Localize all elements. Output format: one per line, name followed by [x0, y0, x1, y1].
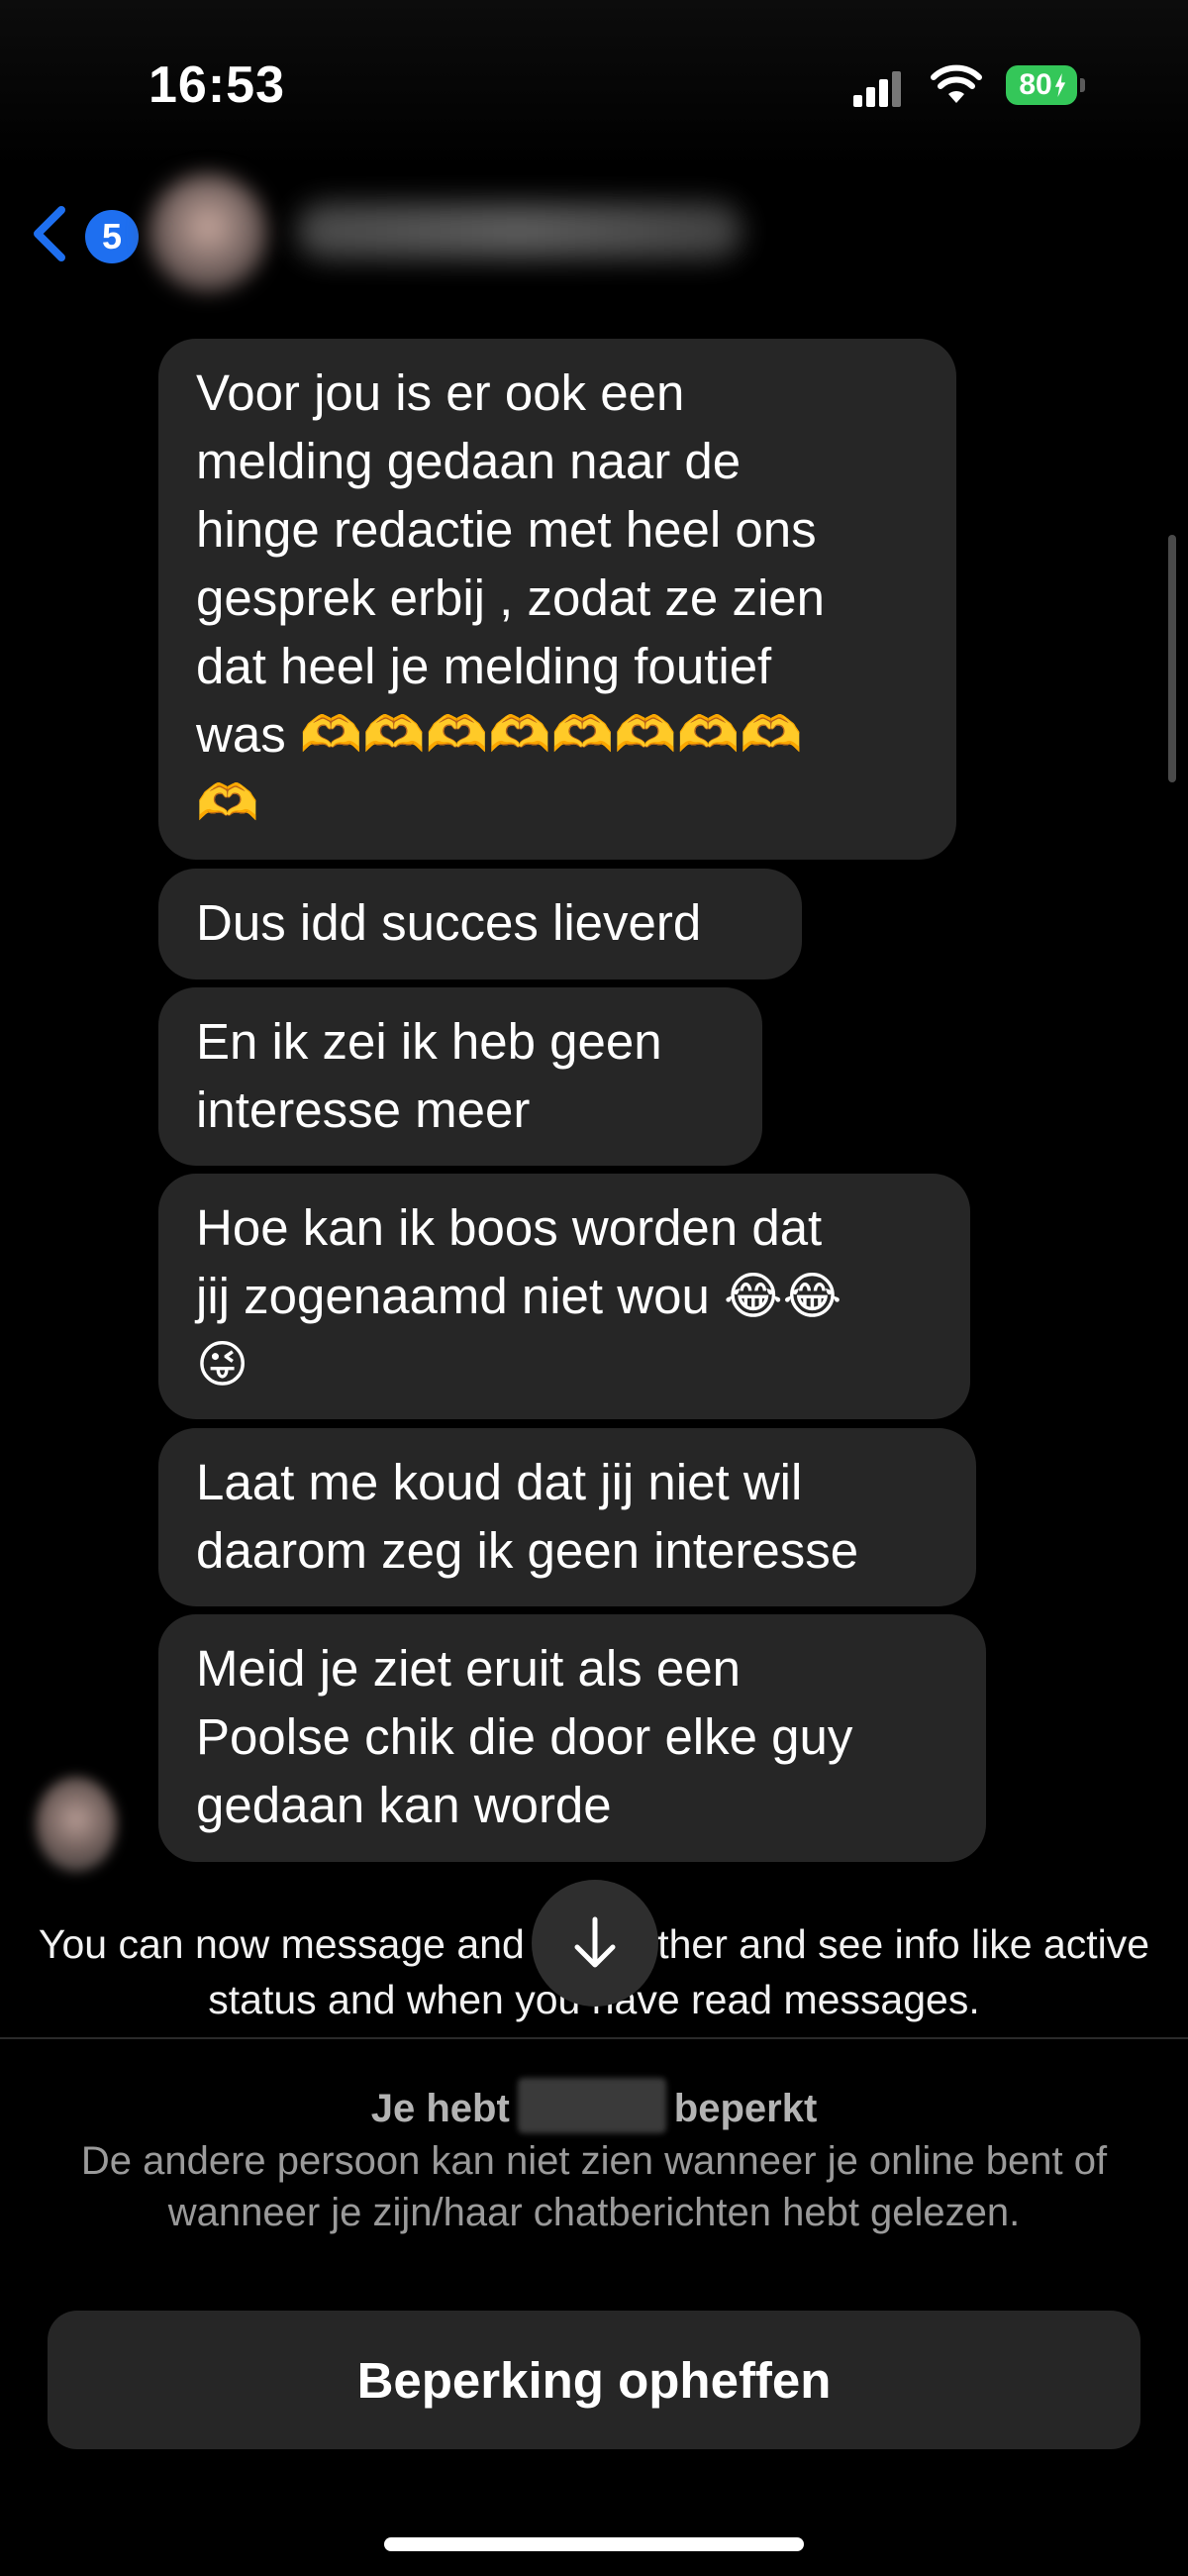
restriction-title-prefix: Je hebt [370, 2087, 510, 2130]
message-text: Laat me koud dat jij niet wil daarom zeg… [196, 1454, 859, 1579]
message-text: Dus idd succes lieverd [196, 894, 702, 951]
chevron-left-icon [34, 206, 65, 261]
message-bubble[interactable]: Dus idd succes lieverd [158, 869, 802, 979]
message-bubble[interactable]: Meid je ziet eruit als een Poolse chik d… [158, 1614, 986, 1862]
home-indicator[interactable] [384, 2537, 804, 2551]
scrollbar[interactable] [1168, 535, 1176, 782]
status-bar: 16:53 80 [0, 0, 1188, 168]
sender-avatar[interactable] [36, 1777, 117, 1872]
scroll-to-bottom-button[interactable] [532, 1880, 658, 2007]
restriction-title-suffix: beperkt [673, 2087, 818, 2130]
divider [0, 2037, 1188, 2039]
chat-header: 5 [0, 168, 1188, 297]
contact-avatar[interactable] [148, 173, 267, 292]
message-bubble[interactable]: Voor jou is er ook een melding gedaan na… [158, 339, 956, 860]
charging-bolt-icon [1054, 73, 1065, 97]
lift-restriction-button[interactable]: Beperking opheffen [48, 2311, 1140, 2449]
status-time: 16:53 [148, 56, 285, 114]
wifi-icon [931, 64, 982, 103]
message-text: En ik zei ik heb geen interesse meer [196, 1013, 662, 1138]
cellular-signal-icon [853, 71, 901, 107]
message-text: Voor jou is er ook een melding gedaan na… [196, 364, 826, 831]
message-text: Hoe kan ik boos worden dat jij zogenaamd… [196, 1199, 842, 1392]
message-bubble[interactable]: Laat me koud dat jij niet wil daarom zeg… [158, 1428, 976, 1606]
unread-count-badge: 5 [85, 210, 139, 263]
arrow-down-icon [574, 1916, 616, 1968]
restriction-title: Je hebt beperkt [0, 2078, 1188, 2133]
contact-name[interactable] [297, 203, 742, 258]
message-text: Meid je ziet eruit als een Poolse chik d… [196, 1640, 853, 1833]
battery-level: 80 [1019, 68, 1052, 101]
message-bubble[interactable]: Hoe kan ik boos worden dat jij zogenaamd… [158, 1174, 970, 1419]
restriction-description: De andere persoon kan niet zien wanneer … [80, 2139, 1108, 2234]
back-button[interactable]: 5 [24, 198, 139, 269]
battery-icon: 80 [1006, 65, 1085, 105]
message-bubble[interactable]: En ik zei ik heb geen interesse meer [158, 987, 762, 1166]
restricted-user-name [517, 2078, 666, 2133]
